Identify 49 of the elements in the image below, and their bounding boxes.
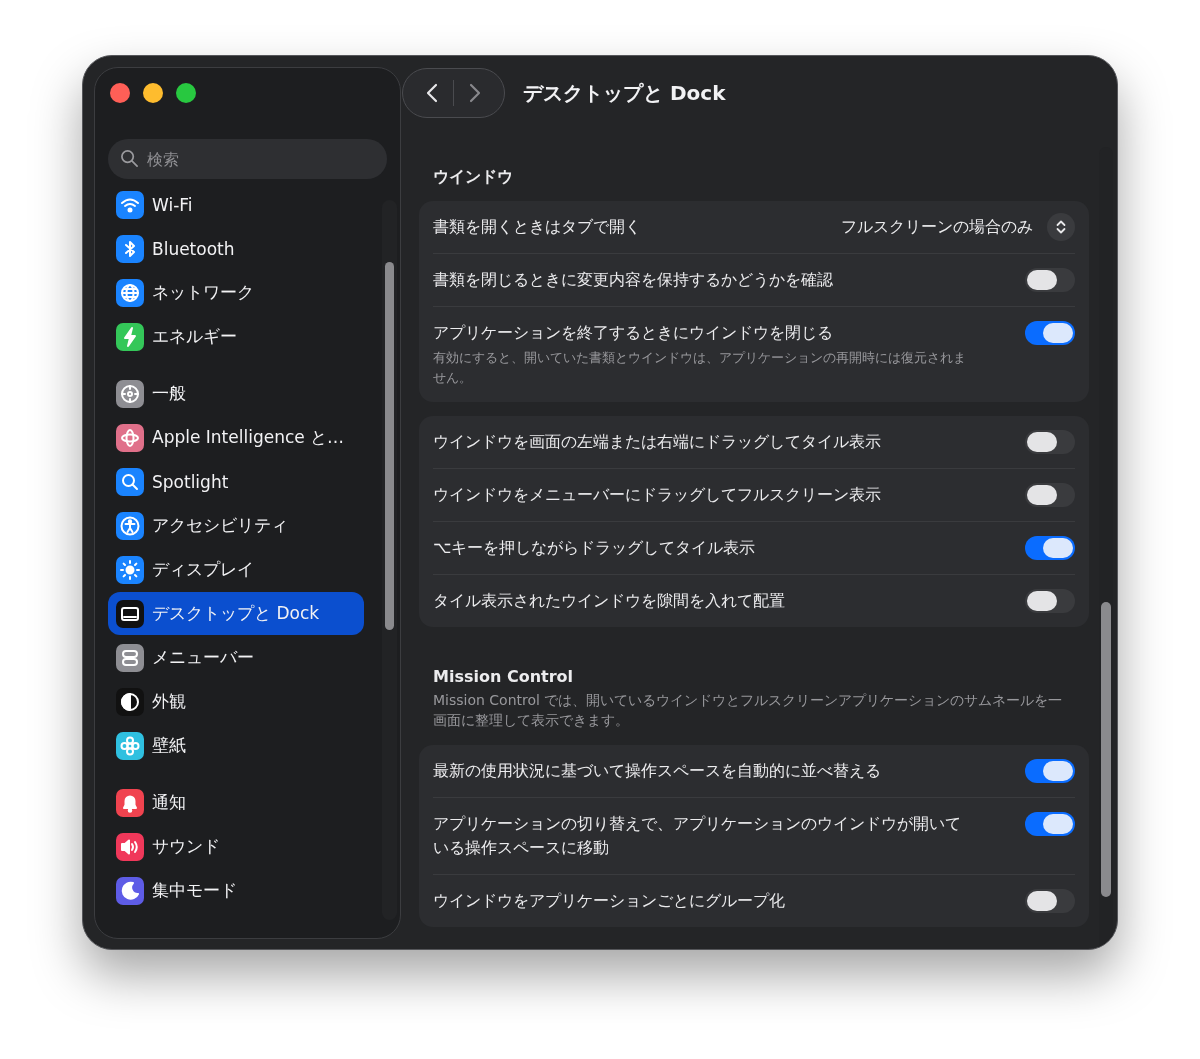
sidebar-item[interactable]: エネルギー — [108, 315, 364, 358]
sidebar-item[interactable]: Spotlight — [108, 460, 364, 503]
sidebar-item[interactable]: ディスプレイ — [108, 548, 364, 591]
setting-label: ウインドウをメニューバーにドラッグしてフルスクリーン表示 — [433, 484, 881, 506]
minimize-button[interactable] — [143, 83, 163, 103]
sidebar-item[interactable]: サウンド — [108, 825, 364, 868]
sidebar-item[interactable]: ネットワーク — [108, 271, 364, 314]
toggle-switch[interactable] — [1025, 812, 1075, 836]
toggle-switch[interactable] — [1025, 483, 1075, 507]
setting-label: 書類を閉じるときに変更内容を保持するかどうかを確認 — [433, 269, 833, 291]
sidebar-item[interactable]: Bluetooth — [108, 227, 364, 270]
forward-chevron-icon — [469, 83, 481, 103]
search-field[interactable]: 検索 — [108, 139, 387, 179]
section-description: Mission Control では、開いているウインドウとフルスクリーンアプリケーションのサムネールを一画面に整理して表示できます。 — [433, 691, 1064, 730]
sidebar-item[interactable]: アクセシビリティ — [108, 504, 364, 547]
setting-label: ウインドウをアプリケーションごとにグループ化 — [433, 890, 785, 912]
toggle-switch[interactable] — [1025, 889, 1075, 913]
setting-label: アプリケーションを終了するときにウインドウを閉じる — [433, 322, 834, 344]
sidebar-item[interactable]: 壁紙 — [108, 724, 364, 767]
toggle-switch[interactable] — [1025, 430, 1075, 454]
toggle-switch[interactable] — [1025, 589, 1075, 613]
sidebar-item[interactable]: 通知 — [108, 781, 364, 824]
back-chevron-icon — [426, 83, 438, 103]
toggle-switch[interactable] — [1025, 536, 1075, 560]
toggle-switch[interactable] — [1025, 268, 1075, 292]
setting-label: アプリケーションの切り替えで、アプリケーションのウインドウが開いている操作スペースに移動 — [433, 813, 962, 859]
setting-label: 最新の使用状況に基づいて操作スペースを自動的に並べ替える — [433, 760, 881, 782]
popup-button[interactable]: フルスクリーンの場合のみ — [841, 215, 1075, 239]
section-title: Mission Control — [433, 667, 575, 686]
section-title: ウインドウ — [433, 167, 514, 188]
updown-chevron-icon — [1047, 213, 1075, 241]
toggle-switch[interactable] — [1025, 321, 1075, 345]
scroll-bar[interactable] — [382, 200, 397, 920]
setting-label: ウインドウを画面の左端または右端にドラッグしてタイル表示 — [433, 431, 881, 453]
sidebar-item[interactable]: メニューバー — [108, 636, 364, 679]
sidebar-item[interactable]: 集中モード — [108, 869, 364, 912]
setting-description: 有効にすると、開いていた書類とウインドウは、アプリケーションの再開時には復元されません。 — [433, 349, 967, 387]
setting-label: タイル表示されたウインドウを隙間を入れて配置 — [433, 590, 785, 612]
sidebar-item[interactable]: デスクトップと Dock — [108, 592, 364, 635]
sidebar-item[interactable]: 一般 — [108, 372, 364, 415]
close-button[interactable] — [110, 83, 130, 103]
zoom-button[interactable] — [176, 83, 196, 103]
sidebar-item[interactable]: Apple Intelligence と… — [108, 416, 364, 459]
sidebar-item[interactable]: 外観 — [108, 680, 364, 723]
window-title: デスクトップと Dock — [523, 79, 726, 107]
setting-label: ⌥キーを押しながらドラッグしてタイル表示 — [433, 537, 756, 559]
toggle-switch[interactable] — [1025, 759, 1075, 783]
sidebar-item[interactable]: Wi-Fi — [108, 183, 364, 226]
setting-label: 書類を開くときはタブで開く — [433, 216, 641, 238]
